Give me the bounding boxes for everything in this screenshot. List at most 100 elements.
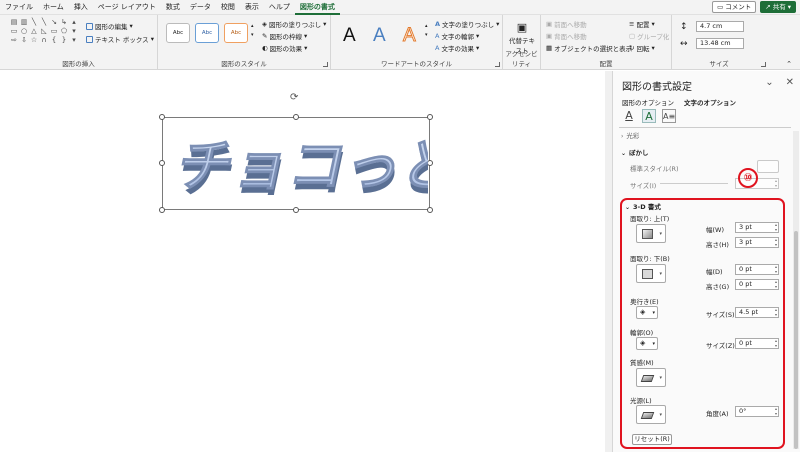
scroll-up-icon[interactable]: ▴ bbox=[70, 19, 78, 26]
scroll-up-icon[interactable]: ▴ bbox=[251, 23, 254, 29]
text-effects-button[interactable]: A 文字の効果 ▾ bbox=[435, 43, 479, 53]
dialog-launcher-icon[interactable] bbox=[761, 62, 766, 67]
tab-file[interactable]: ファイル bbox=[0, 0, 38, 15]
wordart-preset[interactable]: A bbox=[403, 25, 417, 47]
triangle-shape-icon[interactable]: ◺ bbox=[40, 28, 48, 35]
line-shape-icon[interactable]: ╲ bbox=[40, 19, 48, 26]
tab-data[interactable]: データ bbox=[185, 0, 216, 15]
resize-handle[interactable] bbox=[159, 207, 165, 213]
section-3d-format[interactable]: ⌄ 3-D 書式 bbox=[625, 201, 661, 211]
tab-help[interactable]: ヘルプ bbox=[264, 0, 295, 15]
shape-effects-button[interactable]: ◐ 図形の効果 ▾ bbox=[262, 43, 307, 53]
tab-text-options[interactable]: 文字のオプション bbox=[684, 97, 736, 107]
tab-shape-format[interactable]: 図形の書式 bbox=[294, 0, 340, 15]
vertical-scrollbar[interactable] bbox=[605, 71, 612, 452]
material-dropdown[interactable]: ▾ bbox=[636, 368, 666, 387]
scroll-down-icon[interactable]: ▾ bbox=[70, 28, 78, 35]
scroll-down-icon[interactable]: ▾ bbox=[425, 32, 428, 38]
top-bevel-dropdown[interactable]: ▾ bbox=[636, 224, 666, 243]
send-backward-button[interactable]: ▣ 背面へ移動 bbox=[546, 31, 587, 41]
bottom-width-input[interactable]: 0 pt ▴ ▾ bbox=[735, 264, 779, 275]
blur-size-slider[interactable] bbox=[660, 183, 728, 184]
rectangle-shape-icon[interactable]: ▭ bbox=[10, 28, 18, 35]
wordart-text[interactable]: チョコっと チョコっと bbox=[168, 118, 428, 208]
comment-button[interactable]: ▭ コメント bbox=[712, 1, 757, 13]
text-effects-icon[interactable]: A bbox=[642, 109, 656, 123]
depth-size-input[interactable]: 4.5 pt ▴ ▾ bbox=[735, 307, 779, 318]
spin-arrows-icon[interactable]: ▴ ▾ bbox=[775, 264, 777, 274]
depth-color-dropdown[interactable]: ◈ ▾ bbox=[636, 306, 658, 319]
tab-home[interactable]: ホーム bbox=[38, 0, 69, 15]
shape-fill-button[interactable]: ◈ 図形の塗りつぶし ▾ bbox=[262, 19, 326, 29]
resize-handle[interactable] bbox=[159, 160, 165, 166]
bottom-height-input[interactable]: 0 pt ▴ ▾ bbox=[735, 279, 779, 290]
tab-insert[interactable]: 挿入 bbox=[69, 0, 93, 15]
text-fill-button[interactable]: A 文字の塗りつぶし ▾ bbox=[435, 19, 499, 29]
arrow-shape-icon[interactable]: ⇩ bbox=[20, 37, 28, 44]
shape-style-preset[interactable]: Abc bbox=[166, 23, 190, 43]
lighting-dropdown[interactable]: ▾ bbox=[636, 405, 666, 424]
shape-outline-button[interactable]: ✎ 図形の枠線 ▾ bbox=[262, 31, 307, 41]
section-blur[interactable]: ⌄ ぼかし bbox=[621, 147, 649, 157]
spin-arrows-icon[interactable]: ▴ ▾ bbox=[775, 406, 777, 416]
shape-gallery[interactable]: ▤ ▥ ╲ ╲ ↘ ↳ ▴ ▭ ○ △ ◺ ▭ ⬠ ▾ ⇨ ⇩ ☆ ∩ { } … bbox=[10, 19, 79, 44]
scroll-up-icon[interactable]: ▴ bbox=[425, 23, 428, 29]
tab-page-layout[interactable]: ページ レイアウト bbox=[93, 0, 161, 15]
arrow-shape-icon[interactable]: ↘ bbox=[50, 19, 58, 26]
top-height-input[interactable]: 3 pt ▴ ▾ bbox=[735, 237, 779, 248]
vertical-textbox-shape-icon[interactable]: ▥ bbox=[20, 19, 28, 26]
text-box-button[interactable]: テキスト ボックス ▾ bbox=[86, 34, 154, 44]
textbox-shape-icon[interactable]: ▤ bbox=[10, 19, 18, 26]
circle-shape-icon[interactable]: ○ bbox=[20, 28, 28, 35]
chevron-down-icon[interactable]: ⌄ bbox=[765, 77, 773, 88]
style-gallery-scroll[interactable]: ▴ ▾ bbox=[251, 23, 254, 38]
scroll-down-icon[interactable]: ▾ bbox=[251, 32, 254, 38]
wordart-preset[interactable]: A bbox=[343, 25, 356, 47]
collapse-ribbon-icon[interactable]: ⌃ bbox=[786, 60, 792, 68]
rectangle-shape-icon[interactable]: ▭ bbox=[50, 28, 58, 35]
line-shape-icon[interactable]: ╲ bbox=[30, 19, 38, 26]
connector-shape-icon[interactable]: ↳ bbox=[60, 19, 68, 26]
blur-preset-dropdown[interactable] bbox=[757, 160, 779, 173]
section-glow[interactable]: › 光彩 bbox=[621, 130, 639, 140]
edit-shape-button[interactable]: 図形の編集 ▾ bbox=[86, 21, 133, 31]
group-button[interactable]: ▢ グループ化 bbox=[629, 31, 669, 41]
spin-arrows-icon[interactable]: ▴ ▾ bbox=[775, 338, 777, 348]
wordart-gallery-scroll[interactable]: ▴ ▾ bbox=[425, 23, 428, 38]
textbox-icon[interactable]: A≡ bbox=[662, 109, 676, 123]
dialog-launcher-icon[interactable] bbox=[495, 62, 500, 67]
angle-input[interactable]: 0° ▴ ▾ bbox=[735, 406, 779, 417]
reset-button[interactable]: リセット(R) bbox=[632, 434, 672, 445]
selection-pane-button[interactable]: ▦ オブジェクトの選択と表示 bbox=[546, 43, 632, 53]
resize-handle[interactable] bbox=[159, 114, 165, 120]
shape-width-input[interactable]: 13.48 cm bbox=[696, 38, 744, 49]
spin-arrows-icon[interactable]: ▴ ▾ bbox=[775, 222, 777, 232]
brace-shape-icon[interactable]: { bbox=[50, 37, 58, 44]
rotate-handle-icon[interactable]: ⟳ bbox=[290, 93, 300, 103]
shape-height-input[interactable]: 4.7 cm bbox=[696, 21, 744, 32]
brace-shape-icon[interactable]: } bbox=[60, 37, 68, 44]
tab-formulas[interactable]: 数式 bbox=[161, 0, 185, 15]
tab-review[interactable]: 校閲 bbox=[216, 0, 240, 15]
bottom-bevel-dropdown[interactable]: ▾ bbox=[636, 264, 666, 283]
wordart-preset[interactable]: A bbox=[373, 25, 386, 47]
star-shape-icon[interactable]: ☆ bbox=[30, 37, 38, 44]
share-button[interactable]: ↗ 共有 ▾ bbox=[760, 1, 796, 13]
shape-style-preset[interactable]: Abc bbox=[195, 23, 219, 43]
triangle-shape-icon[interactable]: △ bbox=[30, 28, 38, 35]
spin-arrows-icon[interactable]: ▴ ▾ bbox=[775, 307, 777, 317]
close-icon[interactable]: ✕ bbox=[786, 77, 794, 88]
curve-shape-icon[interactable]: ∩ bbox=[40, 37, 48, 44]
bring-forward-button[interactable]: ▣ 前面へ移動 bbox=[546, 19, 587, 29]
pane-scroll-thumb[interactable] bbox=[794, 231, 798, 449]
rotate-button[interactable]: ↻ 回転 ▾ bbox=[629, 43, 655, 53]
top-width-input[interactable]: 3 pt ▴ ▾ bbox=[735, 222, 779, 233]
shape-style-preset[interactable]: Abc bbox=[224, 23, 248, 43]
pentagon-shape-icon[interactable]: ⬠ bbox=[60, 28, 68, 35]
tab-shape-options[interactable]: 図形のオプション bbox=[622, 97, 674, 107]
spin-arrows-icon[interactable]: ▴ ▾ bbox=[775, 178, 777, 188]
dialog-launcher-icon[interactable] bbox=[323, 62, 328, 67]
more-shapes-icon[interactable]: ▾ bbox=[70, 37, 78, 44]
spin-arrows-icon[interactable]: ▴ ▾ bbox=[775, 279, 777, 289]
contour-size-input[interactable]: 0 pt ▴ ▾ bbox=[735, 338, 779, 349]
